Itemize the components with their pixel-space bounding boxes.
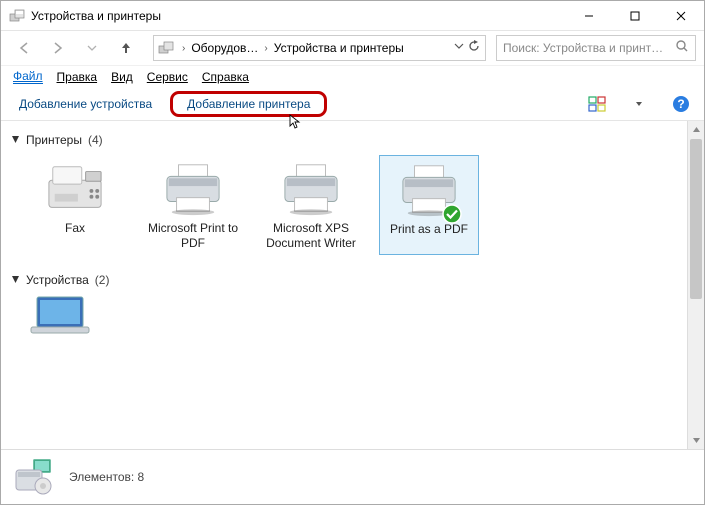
printer-label: Fax — [65, 221, 85, 236]
window-title: Устройства и принтеры — [31, 9, 566, 23]
navigation-row: › Оборудов… › Устройства и принтеры Поис… — [1, 31, 704, 65]
printers-grid: Fax Microsoft Print to PDF — [25, 155, 677, 255]
printer-icon — [159, 159, 227, 217]
details-text: Элементов: 8 — [69, 470, 144, 484]
breadcrumb-current[interactable]: Устройства и принтеры — [270, 39, 408, 57]
add-device-button[interactable]: Добавление устройства — [11, 93, 160, 115]
back-button[interactable] — [9, 35, 39, 61]
scroll-thumb[interactable] — [690, 139, 702, 299]
view-options-button[interactable] — [584, 92, 610, 116]
recent-button[interactable] — [77, 35, 107, 61]
breadcrumb-sep-icon: › — [180, 43, 187, 54]
maximize-button[interactable] — [612, 1, 658, 31]
section-devices-label: Устройства — [26, 273, 89, 287]
address-bar[interactable]: › Оборудов… › Устройства и принтеры — [153, 35, 486, 61]
menu-file[interactable]: Файл — [13, 69, 43, 84]
laptop-icon[interactable] — [25, 295, 95, 335]
printer-item-xps[interactable]: Microsoft XPS Document Writer — [261, 155, 361, 255]
printer-item-ms-print-pdf[interactable]: Microsoft Print to PDF — [143, 155, 243, 255]
scroll-down-icon[interactable] — [688, 432, 704, 449]
help-button[interactable]: ? — [668, 92, 694, 116]
search-placeholder: Поиск: Устройства и принт… — [503, 41, 675, 55]
printer-icon — [277, 159, 345, 217]
add-printer-button[interactable]: Добавление принтера — [170, 91, 327, 117]
svg-text:?: ? — [677, 97, 684, 111]
close-button[interactable] — [658, 1, 704, 31]
command-bar: Добавление устройства Добавление принтер… — [1, 87, 704, 121]
search-icon — [675, 39, 689, 58]
printer-item-print-as-pdf[interactable]: Print as a PDF — [379, 155, 479, 255]
printers-section-header[interactable]: Принтеры (4) — [11, 133, 677, 147]
up-button[interactable] — [111, 35, 141, 61]
fax-icon — [41, 159, 109, 217]
menubar: Файл Правка Вид Сервис Справка — [1, 65, 704, 87]
printer-label: Print as a PDF — [390, 222, 468, 237]
menu-edit[interactable]: Правка — [57, 70, 98, 84]
section-printers-count: (4) — [88, 133, 103, 147]
minimize-button[interactable] — [566, 1, 612, 31]
details-pane: Элементов: 8 — [1, 449, 704, 504]
menu-help[interactable]: Справка — [202, 70, 249, 84]
details-icon — [13, 456, 55, 498]
forward-button[interactable] — [43, 35, 73, 61]
breadcrumb-parent[interactable]: Оборудов… — [187, 39, 262, 57]
cursor-icon — [288, 114, 304, 130]
devices-grid — [25, 295, 677, 340]
default-check-icon — [442, 204, 462, 224]
collapse-icon — [11, 133, 20, 147]
search-input[interactable]: Поиск: Устройства и принт… — [496, 35, 696, 61]
section-devices-count: (2) — [95, 273, 110, 287]
view-dropdown-icon[interactable] — [626, 92, 652, 116]
content-area: Принтеры (4) Fax — [1, 121, 704, 449]
devices-printers-icon — [158, 40, 174, 56]
section-printers-label: Принтеры — [26, 133, 82, 147]
menu-tools[interactable]: Сервис — [147, 70, 188, 84]
address-refresh-icon[interactable] — [467, 39, 481, 58]
window-icon — [9, 8, 25, 24]
printer-label: Microsoft Print to PDF — [145, 221, 241, 251]
collapse-icon — [11, 273, 20, 287]
scroll-up-icon[interactable] — [688, 121, 704, 138]
titlebar: Устройства и принтеры — [1, 1, 704, 31]
breadcrumb-sep-icon: › — [262, 43, 269, 54]
devices-section-header[interactable]: Устройства (2) — [11, 273, 677, 287]
scrollbar[interactable] — [687, 121, 704, 449]
address-dropdown-icon[interactable] — [453, 39, 465, 58]
menu-view[interactable]: Вид — [111, 70, 133, 84]
printer-label: Microsoft XPS Document Writer — [263, 221, 359, 251]
printer-item-fax[interactable]: Fax — [25, 155, 125, 255]
